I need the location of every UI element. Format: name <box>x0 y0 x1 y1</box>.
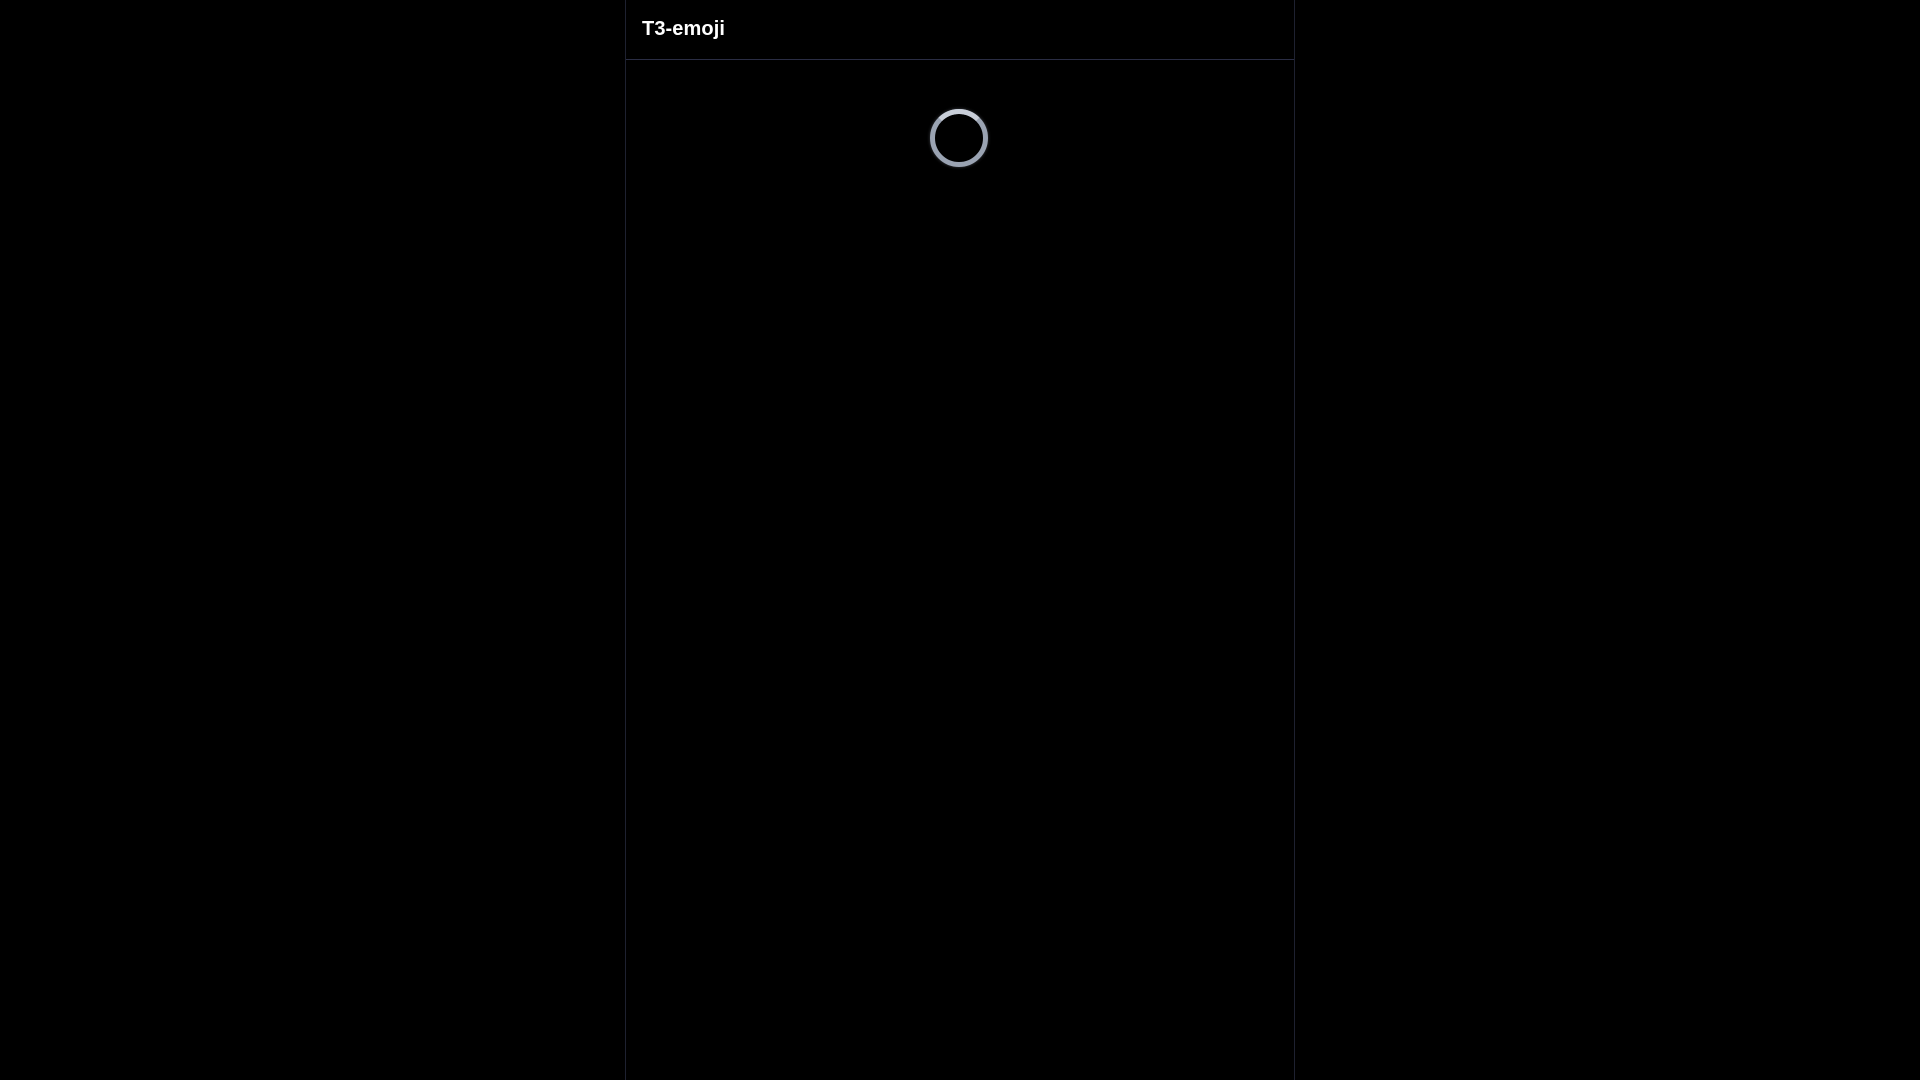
feed-container <box>626 60 1294 1079</box>
header: T3-emoji <box>626 0 1294 60</box>
main-column: T3-emoji <box>625 0 1295 1080</box>
loading-spinner-icon <box>930 109 988 167</box>
app-title: T3-emoji <box>642 18 726 40</box>
page: T3-emoji <box>0 0 1920 1080</box>
